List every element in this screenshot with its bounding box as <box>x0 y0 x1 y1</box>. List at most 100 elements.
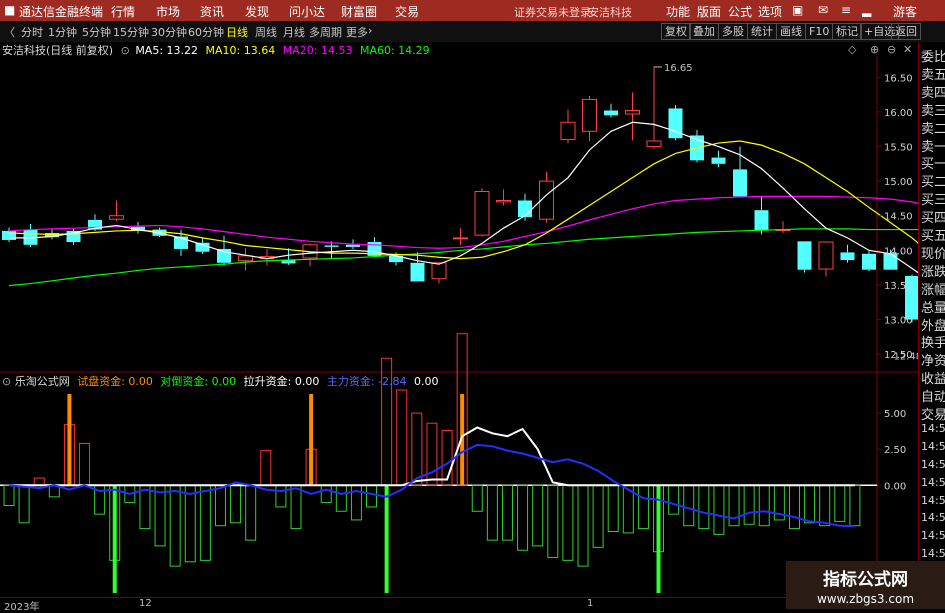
price-tick-label: 15.50 <box>884 143 913 154</box>
indicator-bar <box>320 484 332 504</box>
side-panel-label[interactable]: 换手 <box>921 332 945 351</box>
side-panel-label[interactable]: 收益 <box>921 368 945 387</box>
price-tick-label: 16.50 <box>884 73 913 84</box>
candle-body <box>410 262 425 282</box>
candle-body <box>474 191 490 236</box>
indicator-bar <box>154 484 166 547</box>
side-panel-label[interactable]: 买二 <box>921 171 945 190</box>
price-tick-label: 13.50 <box>884 281 913 292</box>
candle-body <box>604 110 618 116</box>
indicator-bar <box>834 484 846 522</box>
indicator-bar <box>366 484 378 508</box>
candle-body <box>346 244 360 247</box>
side-panel-label[interactable]: 卖五 <box>921 64 945 83</box>
indicator-bar <box>592 484 604 548</box>
indicator-bar <box>426 422 438 486</box>
indicator-bar <box>471 484 483 512</box>
watermark-line2: www.zbgs3.com <box>816 592 915 606</box>
price-tick-label: 13.00 <box>884 316 913 327</box>
candle-body <box>560 121 576 141</box>
indicator-bar <box>486 484 498 541</box>
indicator-bar <box>532 484 544 547</box>
side-panel-label[interactable]: 现价 <box>921 243 945 262</box>
candle-body <box>840 252 855 261</box>
side-panel-label[interactable]: 交易 <box>921 404 945 423</box>
candle-body <box>453 237 468 240</box>
trial-fund-bar <box>67 394 72 486</box>
candle-body <box>431 262 447 280</box>
indicator-bar <box>713 484 725 535</box>
side-panel-label[interactable]: 自动 <box>921 386 945 405</box>
side-panel-label[interactable]: 14:56 <box>921 494 945 507</box>
indicator-bar <box>79 442 91 486</box>
chart-canvas[interactable]: 16.6512.48 16.5016.0015.5015.0014.5014.0… <box>0 0 918 597</box>
indicator-bar <box>169 484 181 567</box>
side-panel-label[interactable]: 委比 <box>921 46 945 65</box>
side-panel-label[interactable]: 14:56 <box>921 511 945 524</box>
indicator-bar <box>275 484 287 508</box>
quote-side-panel: 委比 卖五 卖四 卖三 卖二 卖一 买一 买二 买三 买四 买五 现价 涨跌 涨幅 总量 外盘 换手 净资 收益 自动… <box>918 42 945 609</box>
candle-body <box>862 253 876 270</box>
candle-body <box>518 200 532 218</box>
side-panel-label[interactable]: 卖三 <box>921 100 945 119</box>
indicator-bar <box>849 484 861 527</box>
candle-body <box>582 98 597 132</box>
date-axis: 2023年 12 1 <box>0 597 918 613</box>
wash-fund-bar <box>384 485 389 593</box>
high-label: 16.65 <box>664 63 693 74</box>
wash-fund-bar <box>656 485 661 593</box>
indicator-bar <box>517 484 529 551</box>
side-panel-label[interactable]: 14:56 <box>921 529 945 542</box>
wash-fund-bar <box>112 485 117 593</box>
indicator-bar <box>758 484 770 527</box>
side-panel-label[interactable]: 买五 <box>921 225 945 244</box>
indicator-bar <box>396 389 408 486</box>
candle-body <box>818 241 834 270</box>
price-tick-label: 16.00 <box>884 108 913 119</box>
side-panel-label[interactable]: 14:56 <box>921 476 945 489</box>
watermark: 指标公式网 www.zbgs3.com <box>786 561 945 609</box>
indicator-bar <box>743 484 755 525</box>
candle-body <box>646 140 662 148</box>
candle-body <box>625 110 640 115</box>
side-panel-label[interactable]: 涨跌 <box>921 261 945 280</box>
indicator-bar <box>728 484 740 527</box>
watermark-line1: 指标公式网 <box>823 570 908 590</box>
side-panel-label[interactable]: 买三 <box>921 189 945 208</box>
date-label-jan: 1 <box>587 598 594 609</box>
side-panel-label[interactable]: 总量 <box>921 297 945 316</box>
side-panel-label[interactable]: 14:56 <box>921 422 945 435</box>
indicator-bar <box>335 484 347 512</box>
indicator-bar <box>547 484 559 558</box>
ind-tick-label: 2.50 <box>884 445 906 456</box>
indicator-bar <box>411 412 423 486</box>
price-tick-label: 12.50 <box>884 350 913 361</box>
price-tick-label: 14.00 <box>884 246 913 257</box>
side-panel-label[interactable]: 卖二 <box>921 118 945 137</box>
ma5-line <box>9 121 918 274</box>
candle-body <box>238 255 253 262</box>
side-panel-label[interactable]: 净资 <box>921 350 945 369</box>
indicator-bar <box>199 484 211 561</box>
side-panel-label[interactable]: 外盘 <box>921 315 945 334</box>
side-panel-label[interactable]: 卖四 <box>921 82 945 101</box>
candle-body <box>2 230 16 240</box>
side-panel-label[interactable]: 涨幅 <box>921 279 945 298</box>
side-panel-label[interactable]: 14:56 <box>921 458 945 471</box>
side-panel-label[interactable]: 买一 <box>921 153 945 172</box>
candle-body <box>217 248 231 263</box>
candle-body <box>109 215 124 220</box>
indicator-bar <box>637 484 649 530</box>
price-tick-label: 15.00 <box>884 177 913 188</box>
side-panel-label[interactable]: 14:56 <box>921 547 945 560</box>
side-panel-label[interactable]: 卖一 <box>921 136 945 155</box>
indicator-bar <box>668 484 680 515</box>
indicator-bar <box>607 484 619 532</box>
candle-body <box>711 157 726 164</box>
indicator-bar <box>577 484 589 567</box>
date-label-year: 2023年 <box>4 602 40 613</box>
indicator-bar <box>501 484 513 541</box>
side-panel-label[interactable]: 14:56 <box>921 440 945 453</box>
side-panel-label[interactable]: 买四 <box>921 207 945 226</box>
ind-tick-label: 5.00 <box>884 409 906 420</box>
